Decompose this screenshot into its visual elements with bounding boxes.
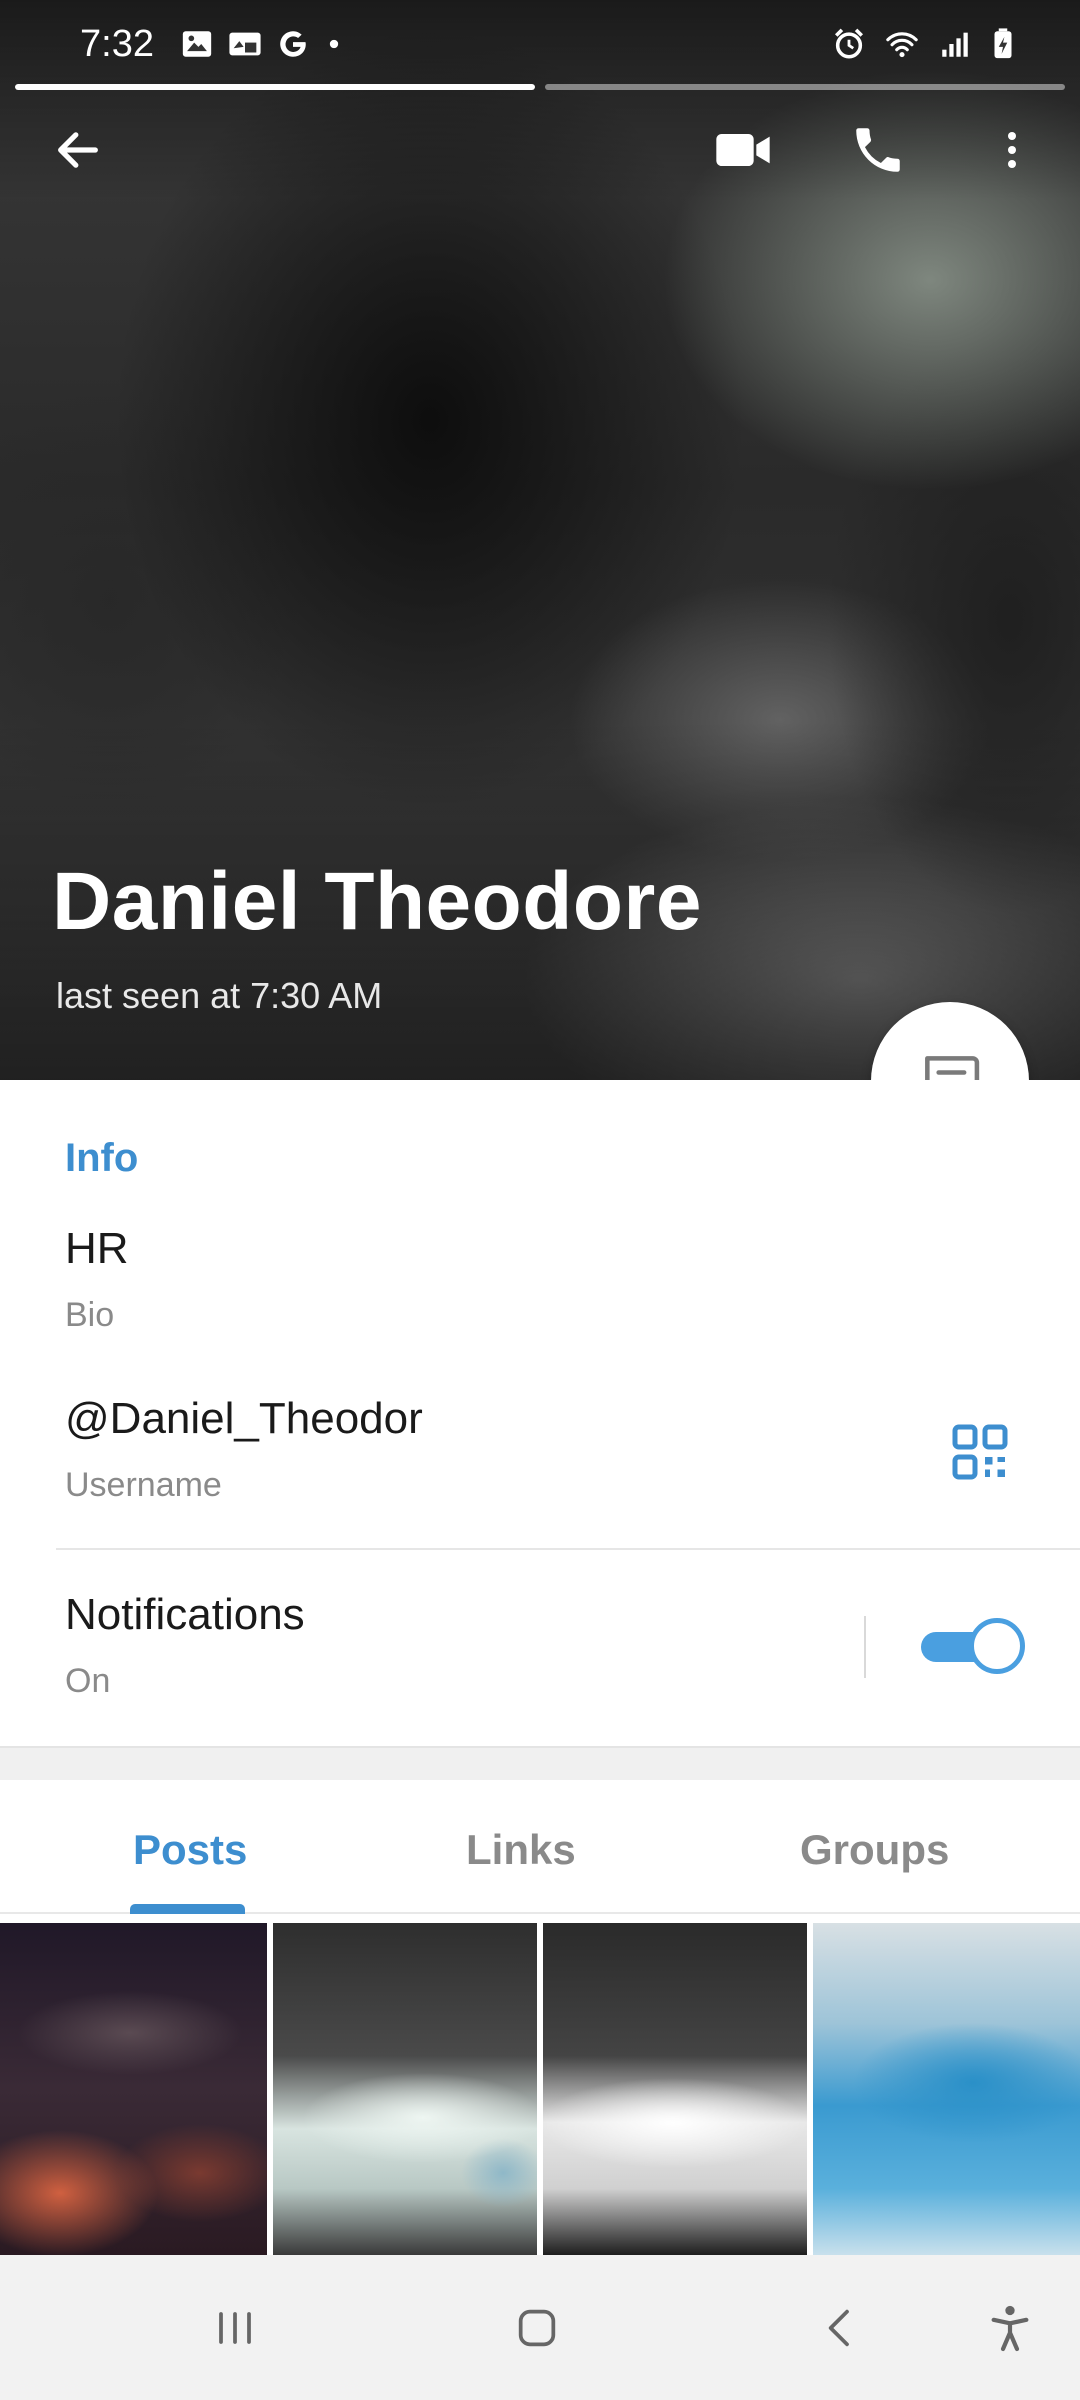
accessibility-button[interactable] xyxy=(950,2255,1070,2400)
more-options-button[interactable] xyxy=(972,110,1052,190)
battery-icon xyxy=(994,28,1012,59)
last-seen-status: last seen at 7:30 AM xyxy=(56,975,383,1016)
toggle-knob xyxy=(969,1618,1025,1674)
bio-value[interactable]: HR xyxy=(65,1224,129,1274)
username-value[interactable]: @Daniel_Theodor xyxy=(65,1394,423,1444)
story-progress-fill xyxy=(15,84,535,90)
back-button[interactable] xyxy=(38,110,118,190)
home-icon xyxy=(518,2309,556,2346)
tab-posts[interactable]: Posts xyxy=(133,1826,247,1874)
media-thumbnail[interactable] xyxy=(813,1923,1080,2255)
info-section: Info HR Bio @Daniel_Theodor Username Not… xyxy=(0,1080,1080,1746)
story-progress xyxy=(15,84,1065,90)
video-call-button[interactable] xyxy=(703,110,783,190)
section-divider xyxy=(56,1548,1080,1550)
tab-groups[interactable]: Groups xyxy=(800,1826,949,1874)
notifications-label[interactable]: Notifications xyxy=(65,1590,305,1640)
media-grid xyxy=(0,1923,1080,2255)
qr-code-icon[interactable] xyxy=(950,1422,1010,1482)
info-section-title: Info xyxy=(65,1136,139,1180)
media-thumbnail[interactable] xyxy=(273,1923,537,2255)
gallery-icon xyxy=(182,31,212,57)
recents-icon xyxy=(219,2311,251,2344)
home-button[interactable] xyxy=(477,2255,597,2400)
tab-links[interactable]: Links xyxy=(466,1826,576,1874)
section-gap xyxy=(0,1746,1080,1780)
accessibility-icon xyxy=(991,2305,1029,2351)
screenshot-icon xyxy=(229,32,261,56)
dot-icon xyxy=(329,39,339,49)
status-bar: 7:32 xyxy=(0,0,1080,88)
top-action-bar xyxy=(0,110,1080,190)
status-time: 7:32 xyxy=(80,22,154,65)
active-tab-indicator xyxy=(130,1904,245,1914)
media-thumbnail[interactable] xyxy=(543,1923,807,2255)
alarm-icon xyxy=(834,28,864,59)
notifications-toggle[interactable] xyxy=(921,1618,1025,1674)
back-icon xyxy=(828,2309,849,2346)
more-vertical-icon xyxy=(1008,132,1016,168)
back-nav-button[interactable] xyxy=(780,2255,900,2400)
notifications-status: On xyxy=(65,1662,111,1700)
voice-call-button[interactable] xyxy=(838,110,918,190)
bio-label: Bio xyxy=(65,1296,115,1334)
google-icon xyxy=(280,31,306,57)
recents-button[interactable] xyxy=(175,2255,295,2400)
notifications-separator xyxy=(864,1616,866,1678)
username-label: Username xyxy=(65,1466,222,1504)
video-call-icon xyxy=(716,134,770,166)
media-thumbnail[interactable] xyxy=(0,1923,267,2255)
wifi-icon xyxy=(886,32,918,58)
media-tabs: Posts Links Groups xyxy=(0,1780,1080,1914)
story-progress-segment xyxy=(545,84,1065,90)
profile-name: Daniel Theodore xyxy=(52,856,702,947)
system-navigation-bar xyxy=(0,2255,1080,2400)
signal-icon xyxy=(942,32,968,57)
phone-icon xyxy=(856,128,900,172)
arrow-left-icon xyxy=(58,132,98,168)
story-progress-segment xyxy=(15,84,535,90)
